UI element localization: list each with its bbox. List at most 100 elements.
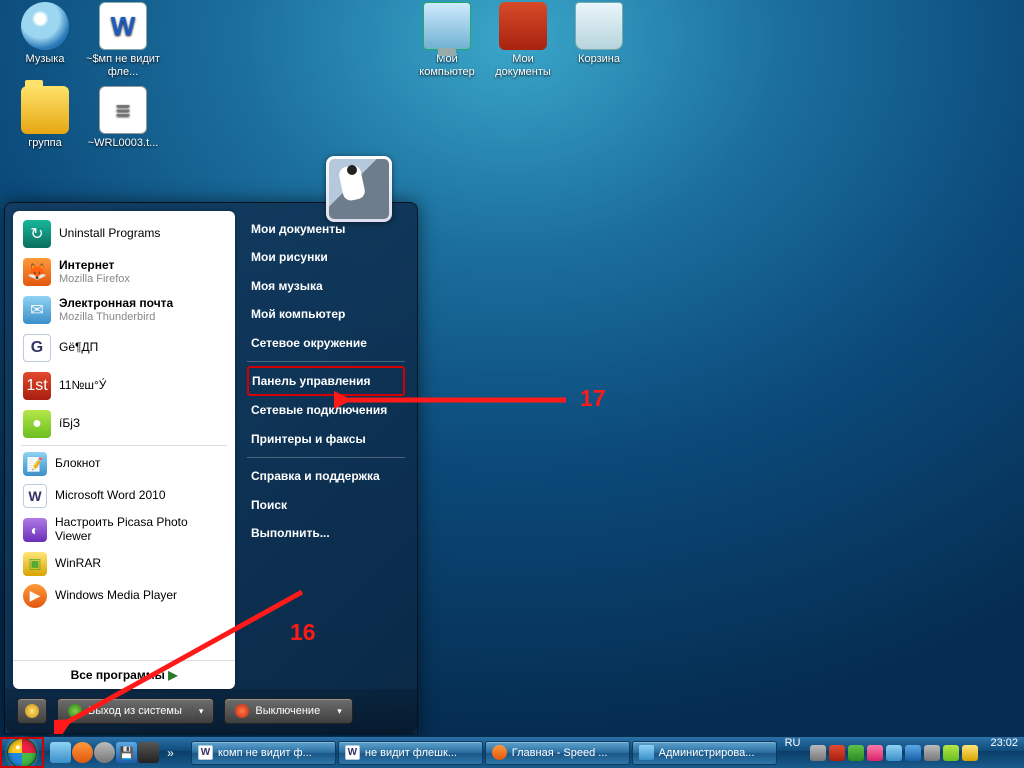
- uninstall-icon: ↻: [23, 220, 51, 248]
- desktop-icon-label: ~$мп не видит фле...: [86, 53, 160, 78]
- quick-launch: 💾 »: [44, 737, 187, 768]
- desktop-icon-label: Мои документы: [486, 53, 560, 78]
- ql-show-desktop[interactable]: [50, 742, 71, 763]
- desktop-icon-label: Мой компьютер: [410, 53, 484, 78]
- lock-icon: [25, 704, 39, 718]
- desktop-icon-bin[interactable]: Корзина: [562, 2, 636, 66]
- taskbar-clock[interactable]: 23:02: [984, 737, 1024, 768]
- tray-icon[interactable]: [848, 745, 864, 761]
- pinned-internet[interactable]: 🦊 Интернет Mozilla Firefox: [15, 253, 233, 291]
- right-item-help[interactable]: Справка и поддержка: [247, 462, 405, 490]
- right-item-mymusic[interactable]: Моя музыка: [247, 272, 405, 300]
- task-label: комп не видит ф...: [218, 747, 312, 759]
- tray-icon[interactable]: [810, 745, 826, 761]
- orb-green-icon: ●: [23, 410, 51, 438]
- tray-icon[interactable]: [886, 745, 902, 761]
- recent-notepad[interactable]: 📝 Блокнот: [15, 448, 233, 480]
- ql-save[interactable]: 💾: [116, 742, 137, 763]
- word-icon: W: [198, 745, 213, 760]
- ql-firefox[interactable]: [72, 742, 93, 763]
- system-tray: [804, 737, 984, 768]
- desktop-icon-mycomputer[interactable]: Мой компьютер: [410, 2, 484, 78]
- recent-label: WinRAR: [55, 557, 101, 571]
- pinned-label: íБjЗ: [59, 417, 80, 431]
- pinned-label: Gë¶ДП: [59, 341, 98, 355]
- pinned-email[interactable]: ✉ Электронная почта Mozilla Thunderbird: [15, 291, 233, 329]
- separator: [247, 457, 405, 458]
- right-item-mycomputer[interactable]: Мой компьютер: [247, 300, 405, 328]
- right-item-network[interactable]: Сетевое окружение: [247, 329, 405, 357]
- task-word-1[interactable]: Wкомп не видит ф...: [191, 741, 336, 765]
- ql-chrome[interactable]: [94, 742, 115, 763]
- ql-expand-icon[interactable]: »: [160, 742, 181, 763]
- recent-label: Блокнот: [55, 457, 100, 471]
- recycle-bin-icon: [575, 2, 623, 50]
- pinned-uninstall[interactable]: ↻ Uninstall Programs: [15, 215, 233, 253]
- word-icon: W: [345, 745, 360, 760]
- firefox-icon: [492, 745, 507, 760]
- right-item-search[interactable]: Поиск: [247, 491, 405, 519]
- word-icon: W: [23, 484, 47, 508]
- desktop-icon-label: Корзина: [562, 53, 636, 66]
- pinned-gdp[interactable]: G Gë¶ДП: [15, 329, 233, 367]
- task-label: не видит флешк...: [365, 747, 457, 759]
- recent-word[interactable]: W Microsoft Word 2010: [15, 480, 233, 512]
- pinned-label: Uninstall Programs: [59, 227, 160, 241]
- task-label: Администрирова...: [659, 747, 755, 759]
- desktop-icon-label: группа: [8, 137, 82, 150]
- desktop-icon-music[interactable]: Музыка: [8, 2, 82, 66]
- task-admin[interactable]: Администрирова...: [632, 741, 777, 765]
- pinned-label: Электронная почта: [59, 297, 173, 311]
- tray-icon[interactable]: [943, 745, 959, 761]
- tray-icon[interactable]: [962, 745, 978, 761]
- firefox-icon: 🦊: [23, 258, 51, 286]
- recent-picasa[interactable]: ◐ Настроить Picasa Photo Viewer: [15, 512, 233, 548]
- tray-icon[interactable]: [829, 745, 845, 761]
- task-firefox[interactable]: Главная - Speed ...: [485, 741, 630, 765]
- start-button[interactable]: [0, 737, 44, 768]
- picasa-icon: ◐: [23, 518, 47, 542]
- user-avatar[interactable]: [326, 156, 392, 222]
- separator: [247, 361, 405, 362]
- arrow-17: [334, 388, 574, 412]
- ql-terminal[interactable]: [138, 742, 159, 763]
- notepad-icon: 📝: [23, 452, 47, 476]
- arrow-16: [54, 584, 314, 734]
- pinned-label: 11№ш°У́: [59, 379, 106, 393]
- taskbar: 💾 » Wкомп не видит ф... Wне видит флешк.…: [0, 736, 1024, 768]
- desktop-icon-wrl[interactable]: ≡ ~WRL0003.t...: [86, 86, 160, 150]
- tray-network-icon[interactable]: [905, 745, 921, 761]
- folder-icon: [21, 86, 69, 134]
- winrar-icon: ▣: [23, 552, 47, 576]
- desktop-icon-smp[interactable]: W ~$мп не видит фле...: [86, 2, 160, 78]
- tray-volume-icon[interactable]: [924, 745, 940, 761]
- desktop-icon-label: ~WRL0003.t...: [86, 137, 160, 150]
- g-icon: G: [23, 334, 51, 362]
- tray-icon[interactable]: [867, 745, 883, 761]
- wmp-icon: ▶: [23, 584, 47, 608]
- right-item-mypics[interactable]: Мои рисунки: [247, 243, 405, 271]
- task-word-2[interactable]: Wне видит флешк...: [338, 741, 483, 765]
- chevron-down-icon[interactable]: ▾: [330, 706, 342, 717]
- settings-icon: [639, 745, 654, 760]
- right-item-printers[interactable]: Принтеры и факсы: [247, 425, 405, 453]
- recent-winrar[interactable]: ▣ WinRAR: [15, 548, 233, 580]
- windows-orb-icon: [7, 738, 37, 768]
- lock-button[interactable]: [17, 698, 47, 724]
- language-indicator[interactable]: RU: [781, 737, 805, 768]
- desktop-icon-group[interactable]: группа: [8, 86, 82, 150]
- recent-label: Microsoft Word 2010: [55, 489, 166, 503]
- right-item-run[interactable]: Выполнить...: [247, 519, 405, 547]
- file-icon: ≡: [99, 86, 147, 134]
- documents-icon: [499, 2, 547, 50]
- pinned-ibj3[interactable]: ● íБjЗ: [15, 405, 233, 443]
- task-label: Главная - Speed ...: [512, 747, 608, 759]
- thunderbird-icon: ✉: [23, 296, 51, 324]
- desktop-icon-mydocs[interactable]: Мои документы: [486, 2, 560, 78]
- recent-label: Настроить Picasa Photo Viewer: [55, 516, 225, 544]
- separator: [21, 445, 227, 446]
- word-icon: W: [99, 2, 147, 50]
- pinned-11st[interactable]: 1st 11№ш°У́: [15, 367, 233, 405]
- annotation-17: 17: [580, 385, 606, 412]
- desktop-icon-label: Музыка: [8, 53, 82, 66]
